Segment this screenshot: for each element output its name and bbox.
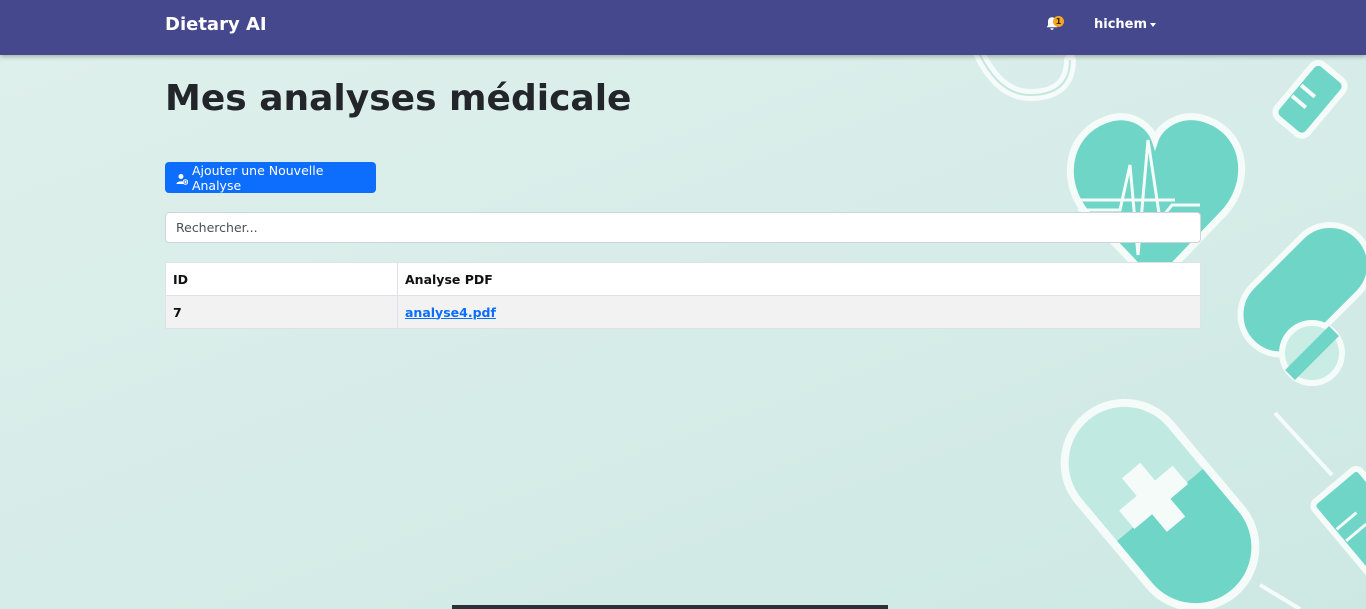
user-name: hichem bbox=[1094, 17, 1148, 32]
top-navbar: Dietary AI 1 hichem bbox=[0, 0, 1366, 55]
user-plus-icon bbox=[176, 173, 188, 185]
brand-logo[interactable]: Dietary AI bbox=[165, 14, 267, 35]
page-title: Mes analyses médicale bbox=[165, 78, 632, 119]
add-analysis-label: Ajouter une Nouvelle Analyse bbox=[191, 162, 324, 193]
heart-icon bbox=[1066, 113, 1246, 291]
cell-pdf: analyse4.pdf bbox=[397, 295, 1201, 329]
chevron-down-icon bbox=[1150, 22, 1157, 27]
notification-badge: 1 bbox=[1053, 16, 1064, 27]
bottom-scrollbar[interactable] bbox=[452, 605, 888, 609]
add-analysis-button[interactable]: Ajouter une Nouvelle Analyse bbox=[165, 162, 376, 193]
cell-id: 7 bbox=[165, 295, 398, 329]
column-header-pdf: Analyse PDF bbox=[397, 262, 1201, 296]
user-dropdown[interactable]: hichem bbox=[1094, 17, 1157, 32]
pdf-link[interactable]: analyse4.pdf bbox=[405, 305, 496, 320]
column-header-id: ID bbox=[165, 262, 398, 296]
medical-background-illustration bbox=[974, 55, 1366, 609]
analyses-table: ID Analyse PDF 7 analyse4.pdf bbox=[165, 262, 1201, 329]
table-header-row: ID Analyse PDF bbox=[165, 262, 1201, 296]
notifications-button[interactable]: 1 bbox=[1044, 16, 1064, 34]
search-input[interactable] bbox=[165, 212, 1201, 243]
table-row: 7 analyse4.pdf bbox=[165, 295, 1201, 329]
